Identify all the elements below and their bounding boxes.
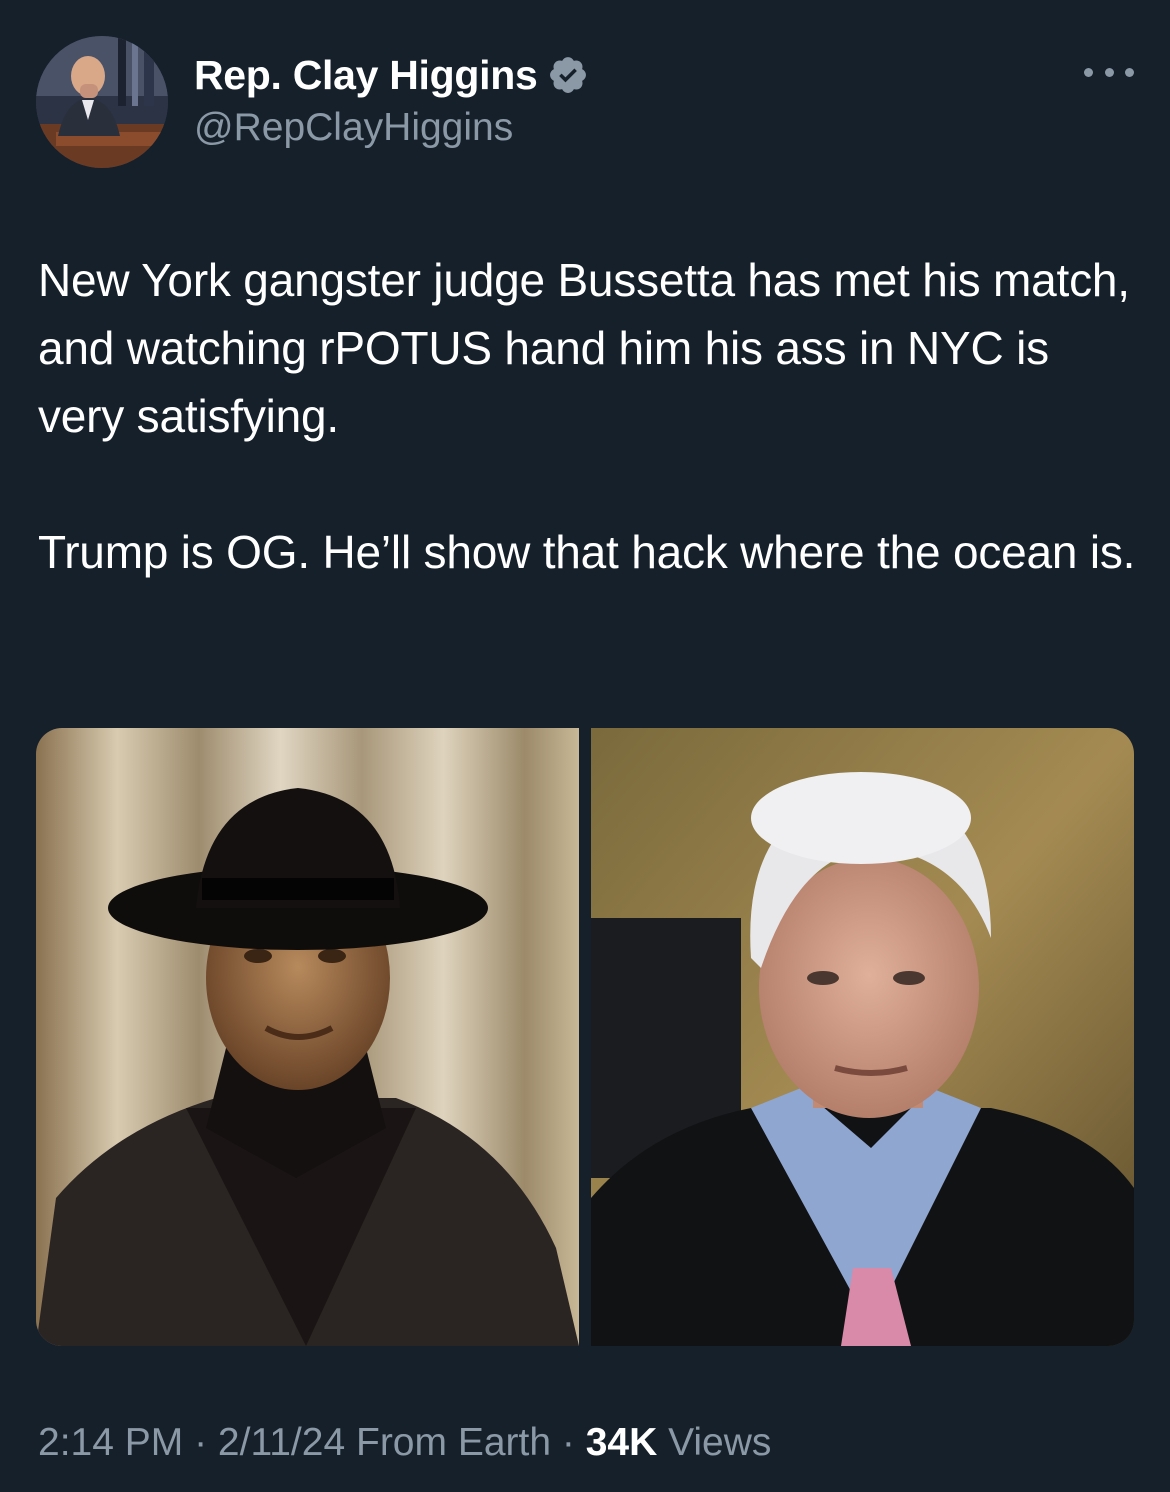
author-handle[interactable]: @RepClayHiggins [194,106,513,150]
verified-badge-icon [547,54,589,96]
tweet-time[interactable]: 2:14 PM [38,1421,183,1464]
tweet-text: New York gangster judge Bussetta has met… [38,246,1138,586]
more-options-icon[interactable] [1084,60,1134,84]
author-name-row[interactable]: Rep. Clay Higgins [194,50,589,100]
tweet-paragraph: New York gangster judge Bussetta has met… [38,254,1130,442]
avatar[interactable] [36,36,168,168]
tweet-media [36,728,1134,1346]
tweet-meta: 2:14 PM · 2/11/24 From Earth · 34K Views [38,1418,771,1468]
profile-photo-icon [36,36,168,168]
tweet-date[interactable]: 2/11/24 [218,1421,345,1464]
meta-separator: · [551,1421,586,1464]
tweet-paragraph: Trump is OG. He’ll show that hack where … [38,526,1136,578]
display-name[interactable]: Rep. Clay Higgins [194,52,538,99]
tweet-source: From Earth [345,1421,552,1464]
tweet: Rep. Clay Higgins @RepClayHiggins New Yo… [0,0,1170,1492]
views-count: 34K [585,1421,658,1464]
photo-man-in-black-fedora-icon [36,728,579,1346]
views-label: Views [657,1421,772,1464]
media-photo-left[interactable] [36,728,579,1346]
photo-white-haired-judge-icon [591,728,1134,1346]
media-photo-right[interactable] [591,728,1134,1346]
meta-separator: · [183,1421,218,1464]
